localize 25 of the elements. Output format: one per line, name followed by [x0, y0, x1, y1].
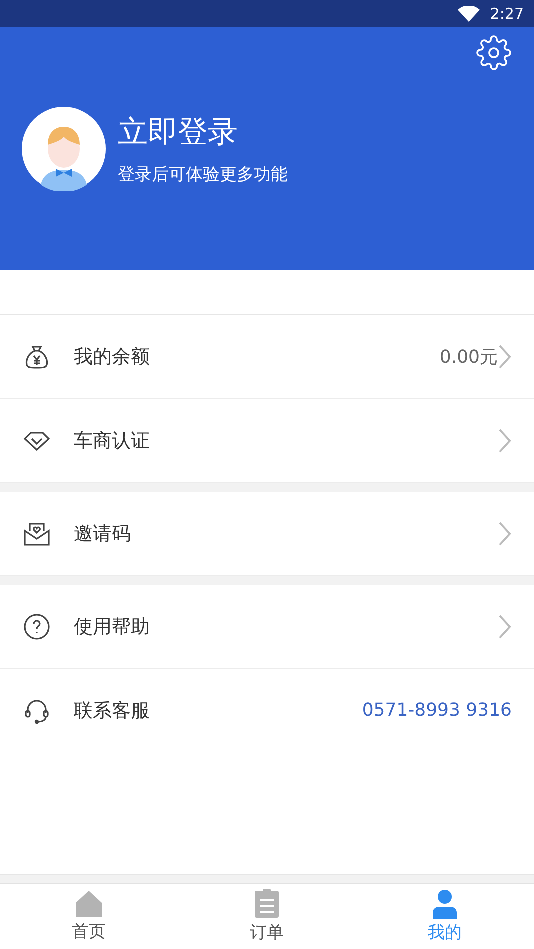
chevron-icon [498, 344, 512, 370]
wifi-icon [458, 6, 480, 22]
chevron-icon [498, 428, 512, 454]
tab[interactable]: 首页 [0, 884, 178, 949]
login-subtitle: 登录后可体验更多功能 [118, 164, 288, 186]
menu-label: 我的余额 [74, 344, 151, 370]
clipboard-icon [252, 889, 282, 919]
chevron-icon [498, 520, 512, 546]
menu-item[interactable]: 使用帮助 [0, 585, 534, 669]
menu-label: 联系客服 [74, 698, 151, 724]
menu-item[interactable]: 联系客服 0571-8993 9316 [0, 669, 534, 752]
login-link[interactable]: 立即登录 [118, 112, 288, 153]
settings-button[interactable] [476, 35, 512, 71]
menu-item[interactable]: 我的余额 0.00元 [0, 315, 534, 399]
help-icon [22, 612, 52, 642]
home-icon [74, 890, 104, 918]
chevron-icon [498, 614, 512, 640]
person-icon [430, 889, 460, 919]
tab[interactable]: 订单 [178, 884, 356, 949]
phone-number: 0571-8993 9316 [362, 700, 512, 721]
status-time: 2:27 [490, 4, 524, 22]
menu-label: 车商认证 [74, 428, 151, 454]
menu-label: 使用帮助 [74, 614, 151, 640]
menu-label: 邀请码 [74, 522, 132, 546]
balance-value: 0.00元 [440, 346, 498, 368]
